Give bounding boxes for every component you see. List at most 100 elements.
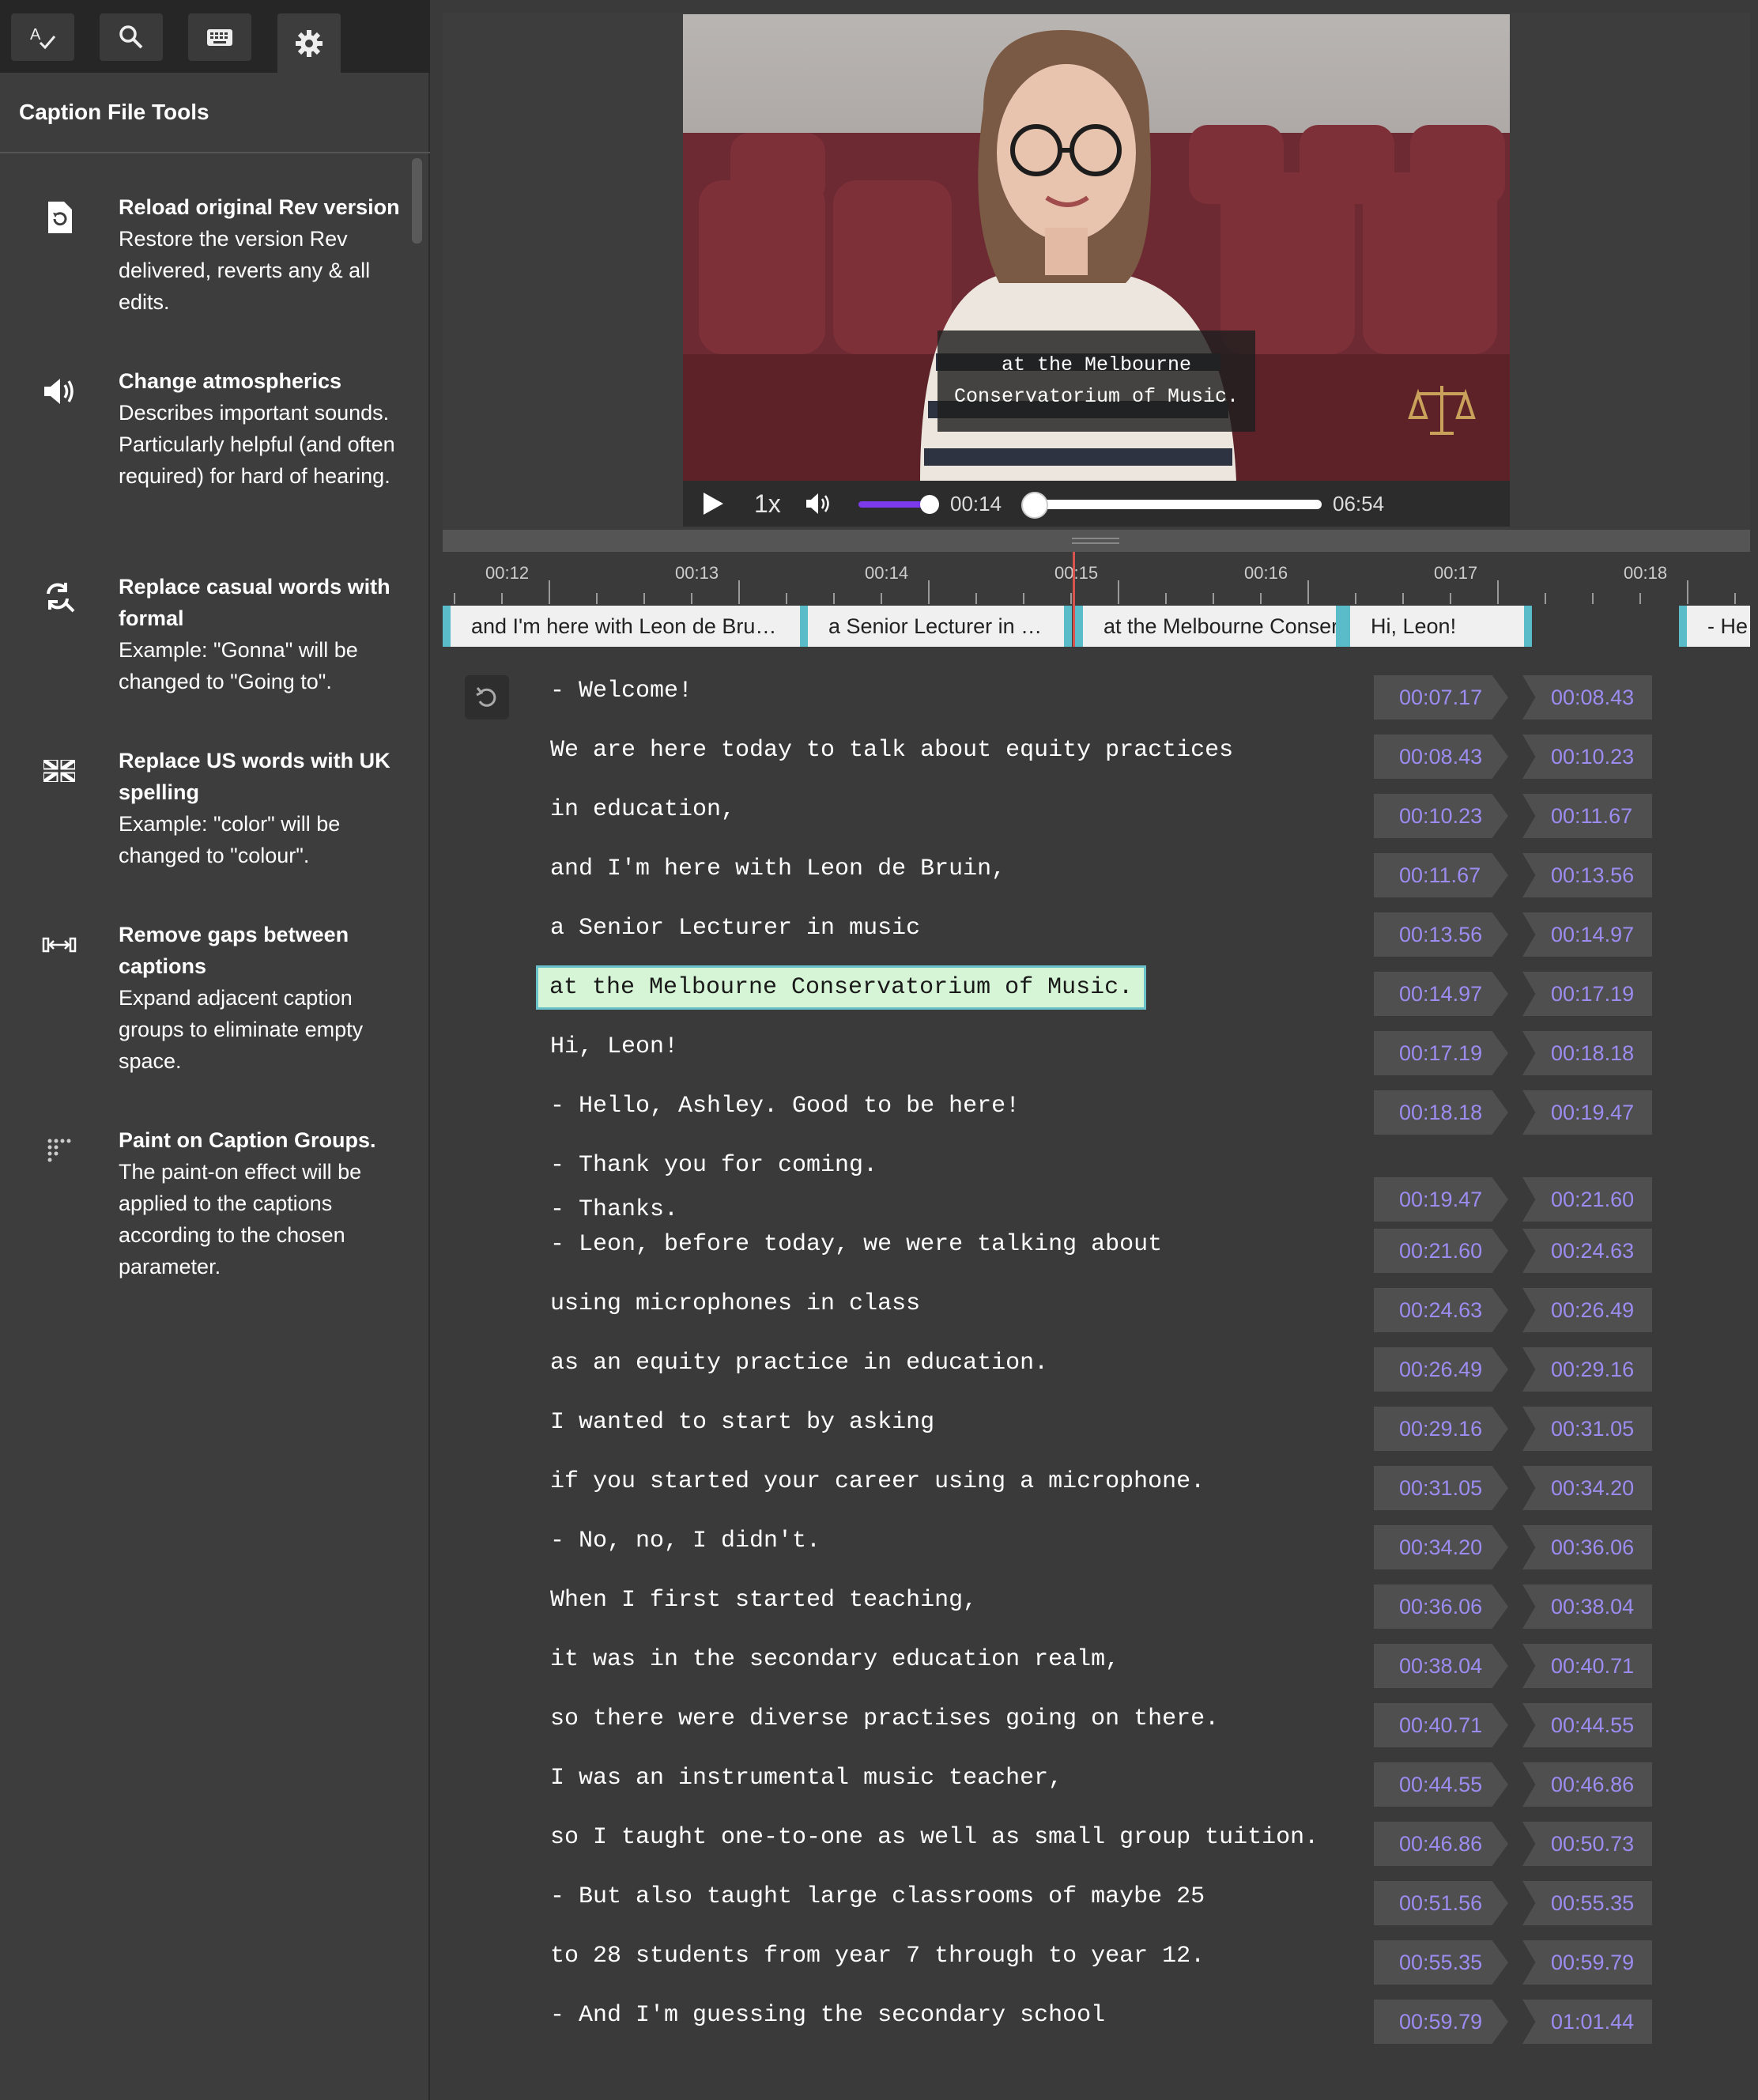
volume-knob[interactable] [920,495,939,514]
volume-slider[interactable] [858,501,930,508]
seek-knob[interactable] [1021,492,1048,519]
start-time-chip[interactable]: 00:59.79 [1374,2000,1508,2044]
start-time-chip[interactable]: 00:13.56 [1374,912,1508,957]
volume-button[interactable] [805,481,836,527]
caption-text[interactable]: it was in the secondary education realm, [550,1637,1119,1682]
caption-text[interactable]: When I first started teaching, [550,1578,977,1622]
tick-mark [833,593,835,604]
end-time-chip[interactable]: 00:34.20 [1522,1466,1652,1510]
start-time-chip[interactable]: 00:08.43 [1374,735,1508,779]
caption-text[interactable]: a Senior Lecturer in music [550,906,920,950]
caption-text[interactable]: - No, no, I didn't. [550,1519,821,1563]
end-time-chip[interactable]: 00:18.18 [1522,1031,1652,1075]
end-time-chip[interactable]: 00:14.97 [1522,912,1652,957]
start-time-chip[interactable]: 00:34.20 [1374,1525,1508,1569]
start-time-chip[interactable]: 00:55.35 [1374,1940,1508,1985]
tab-keyboard[interactable] [188,13,251,61]
end-time-chip[interactable]: 00:59.79 [1522,1940,1652,1985]
spellcheck-icon: A [30,26,56,50]
caption-text[interactable]: if you started your career using a micro… [550,1460,1205,1504]
start-time-chip[interactable]: 00:46.86 [1374,1822,1508,1866]
start-time-chip[interactable]: 00:26.49 [1374,1347,1508,1392]
start-time-chip[interactable]: 00:24.63 [1374,1288,1508,1332]
timeline-segment[interactable]: at the Melbourne Conservatorium of… [1075,606,1344,647]
caption-text[interactable]: and I'm here with Leon de Bruin, [550,847,1005,891]
sidebar-title: Caption File Tools [19,100,209,124]
caption-text[interactable]: I was an instrumental music teacher, [550,1756,1062,1800]
tick-mark [596,593,598,604]
timeline-playhead[interactable] [1073,552,1075,647]
end-time-chip[interactable]: 00:10.23 [1522,735,1652,779]
tick-mark [881,593,882,604]
tab-settings[interactable] [277,13,341,73]
caption-text[interactable]: - Leon, before today, we were talking ab… [550,1222,1162,1267]
video-frame[interactable]: at the Melbourne Conservatorium of Music… [683,14,1510,481]
end-time-chip[interactable]: 00:55.35 [1522,1881,1652,1925]
caption-text[interactable]: - Welcome! [550,669,692,713]
caption-text[interactable]: to 28 students from year 7 through to ye… [550,1934,1205,1978]
find-replace-icon [40,577,79,617]
end-time-chip[interactable]: 00:11.67 [1522,794,1652,838]
start-time-chip[interactable]: 00:44.55 [1374,1762,1508,1807]
caption-text[interactable]: - And I'm guessing the secondary school [550,1993,1105,2038]
start-time-chip[interactable]: 00:21.60 [1374,1229,1508,1273]
end-time-chip[interactable]: 00:08.43 [1522,675,1652,720]
caption-text[interactable]: - But also taught large classrooms of ma… [550,1875,1205,1919]
end-time-chip[interactable]: 00:24.63 [1522,1229,1652,1273]
caption-text[interactable]: I wanted to start by asking [550,1400,934,1445]
caption-text[interactable]: We are here today to talk about equity p… [550,728,1233,772]
end-time-chip[interactable]: 00:26.49 [1522,1288,1652,1332]
end-time-chip[interactable]: 00:44.55 [1522,1703,1652,1747]
tick-mark [1023,593,1024,604]
play-button[interactable] [699,481,730,527]
tool-name: Paint on Caption Groups. [119,1128,376,1152]
start-time-chip[interactable]: 00:36.06 [1374,1584,1508,1629]
end-time-chip[interactable]: 00:38.04 [1522,1584,1652,1629]
timeline-segment[interactable]: - He [1679,606,1750,647]
start-time-chip[interactable]: 00:29.16 [1374,1407,1508,1451]
start-time-chip[interactable]: 00:11.67 [1374,853,1508,897]
caption-text[interactable]: so there were diverse practises going on… [550,1697,1219,1741]
tool-name: Replace casual words with formal [119,575,390,630]
start-time-chip[interactable]: 00:40.71 [1374,1703,1508,1747]
sidebar-scrollbar[interactable] [412,158,422,244]
tick-mark [1545,593,1546,604]
tab-spellcheck[interactable]: A [11,13,74,61]
start-time-chip[interactable]: 00:38.04 [1374,1644,1508,1688]
end-time-chip[interactable]: 00:17.19 [1522,972,1652,1016]
end-time-chip[interactable]: 00:50.73 [1522,1822,1652,1866]
caption-text-selected[interactable]: at the Melbourne Conservatorium of Music… [536,965,1147,1010]
end-time-chip[interactable]: 00:29.16 [1522,1347,1652,1392]
end-time-chip[interactable]: 00:36.06 [1522,1525,1652,1569]
start-time-chip[interactable]: 00:14.97 [1374,972,1508,1016]
caption-text[interactable]: Hi, Leon! [550,1025,678,1069]
caption-text[interactable]: - Hello, Ashley. Good to be here! [550,1084,1020,1128]
end-time-chip[interactable]: 00:46.86 [1522,1762,1652,1807]
seek-bar[interactable] [1024,500,1322,509]
end-time-chip[interactable]: 01:01.44 [1522,2000,1652,2044]
start-time-chip[interactable]: 00:18.18 [1374,1090,1508,1135]
end-time-chip[interactable]: 00:40.71 [1522,1644,1652,1688]
start-time-chip[interactable]: 00:51.56 [1374,1881,1508,1925]
caption-text[interactable]: using microphones in class [550,1282,920,1326]
timeline-segment[interactable]: a Senior Lecturer in … [800,606,1072,647]
start-time-chip[interactable]: 00:31.05 [1374,1466,1508,1510]
playback-speed[interactable]: 1x [754,481,781,527]
start-time-chip[interactable]: 00:17.19 [1374,1031,1508,1075]
end-time-chip[interactable]: 00:21.60 [1522,1177,1652,1222]
start-time-chip[interactable]: 00:19.47 [1374,1177,1508,1222]
timeline-segment[interactable]: Hi, Leon! [1342,606,1532,647]
caption-text[interactable]: - Thank you for coming. - Thanks. [550,1143,877,1232]
search-icon [119,25,143,49]
undo-button[interactable] [465,675,509,720]
caption-text[interactable]: so I taught one-to-one as well as small … [550,1815,1318,1860]
end-time-chip[interactable]: 00:19.47 [1522,1090,1652,1135]
end-time-chip[interactable]: 00:13.56 [1522,853,1652,897]
start-time-chip[interactable]: 00:07.17 [1374,675,1508,720]
caption-text[interactable]: as an equity practice in education. [550,1341,1048,1385]
start-time-chip[interactable]: 00:10.23 [1374,794,1508,838]
tab-search[interactable] [100,13,163,61]
timeline-segment[interactable]: and I'm here with Leon de Bru… [443,606,814,647]
end-time-chip[interactable]: 00:31.05 [1522,1407,1652,1451]
caption-text[interactable]: in education, [550,788,735,832]
